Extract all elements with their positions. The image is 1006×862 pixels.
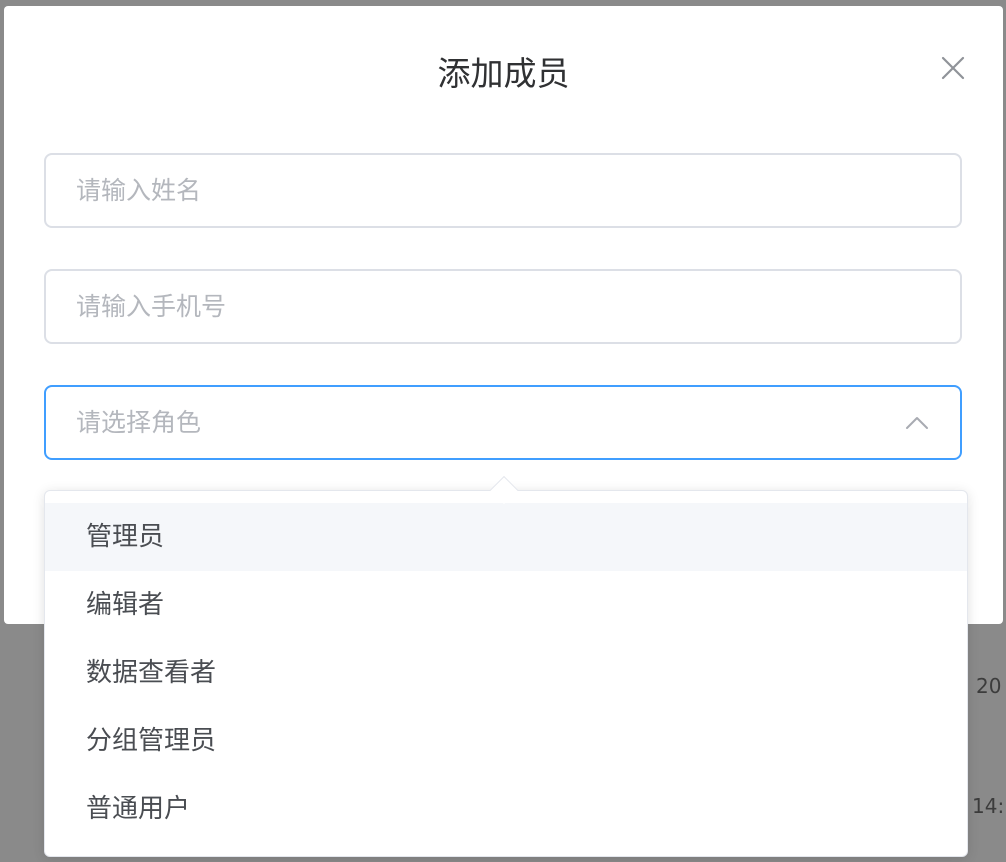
chevron-up-icon — [906, 417, 928, 429]
role-dropdown: 管理员 编辑者 数据查看者 分组管理员 普通用户 — [44, 490, 968, 857]
dialog-title: 添加成员 — [437, 54, 570, 93]
name-input[interactable] — [46, 155, 960, 226]
role-option-group-admin[interactable]: 分组管理员 — [45, 707, 967, 775]
phone-input[interactable] — [46, 271, 960, 342]
role-options-list: 管理员 编辑者 数据查看者 分组管理员 普通用户 — [45, 491, 967, 843]
name-field — [44, 153, 962, 228]
role-option-editor[interactable]: 编辑者 — [45, 571, 967, 639]
background-row-time: 14: — [972, 794, 1005, 818]
role-select[interactable]: 请选择角色 — [44, 385, 962, 460]
phone-field — [44, 269, 962, 344]
close-button[interactable] — [937, 52, 969, 84]
role-option-regular-user[interactable]: 普通用户 — [45, 775, 967, 843]
close-icon — [941, 56, 965, 80]
role-option-admin[interactable]: 管理员 — [45, 503, 967, 571]
background-row-value: 20 — [976, 674, 1002, 698]
role-select-placeholder: 请选择角色 — [76, 408, 202, 437]
role-option-data-viewer[interactable]: 数据查看者 — [45, 639, 967, 707]
